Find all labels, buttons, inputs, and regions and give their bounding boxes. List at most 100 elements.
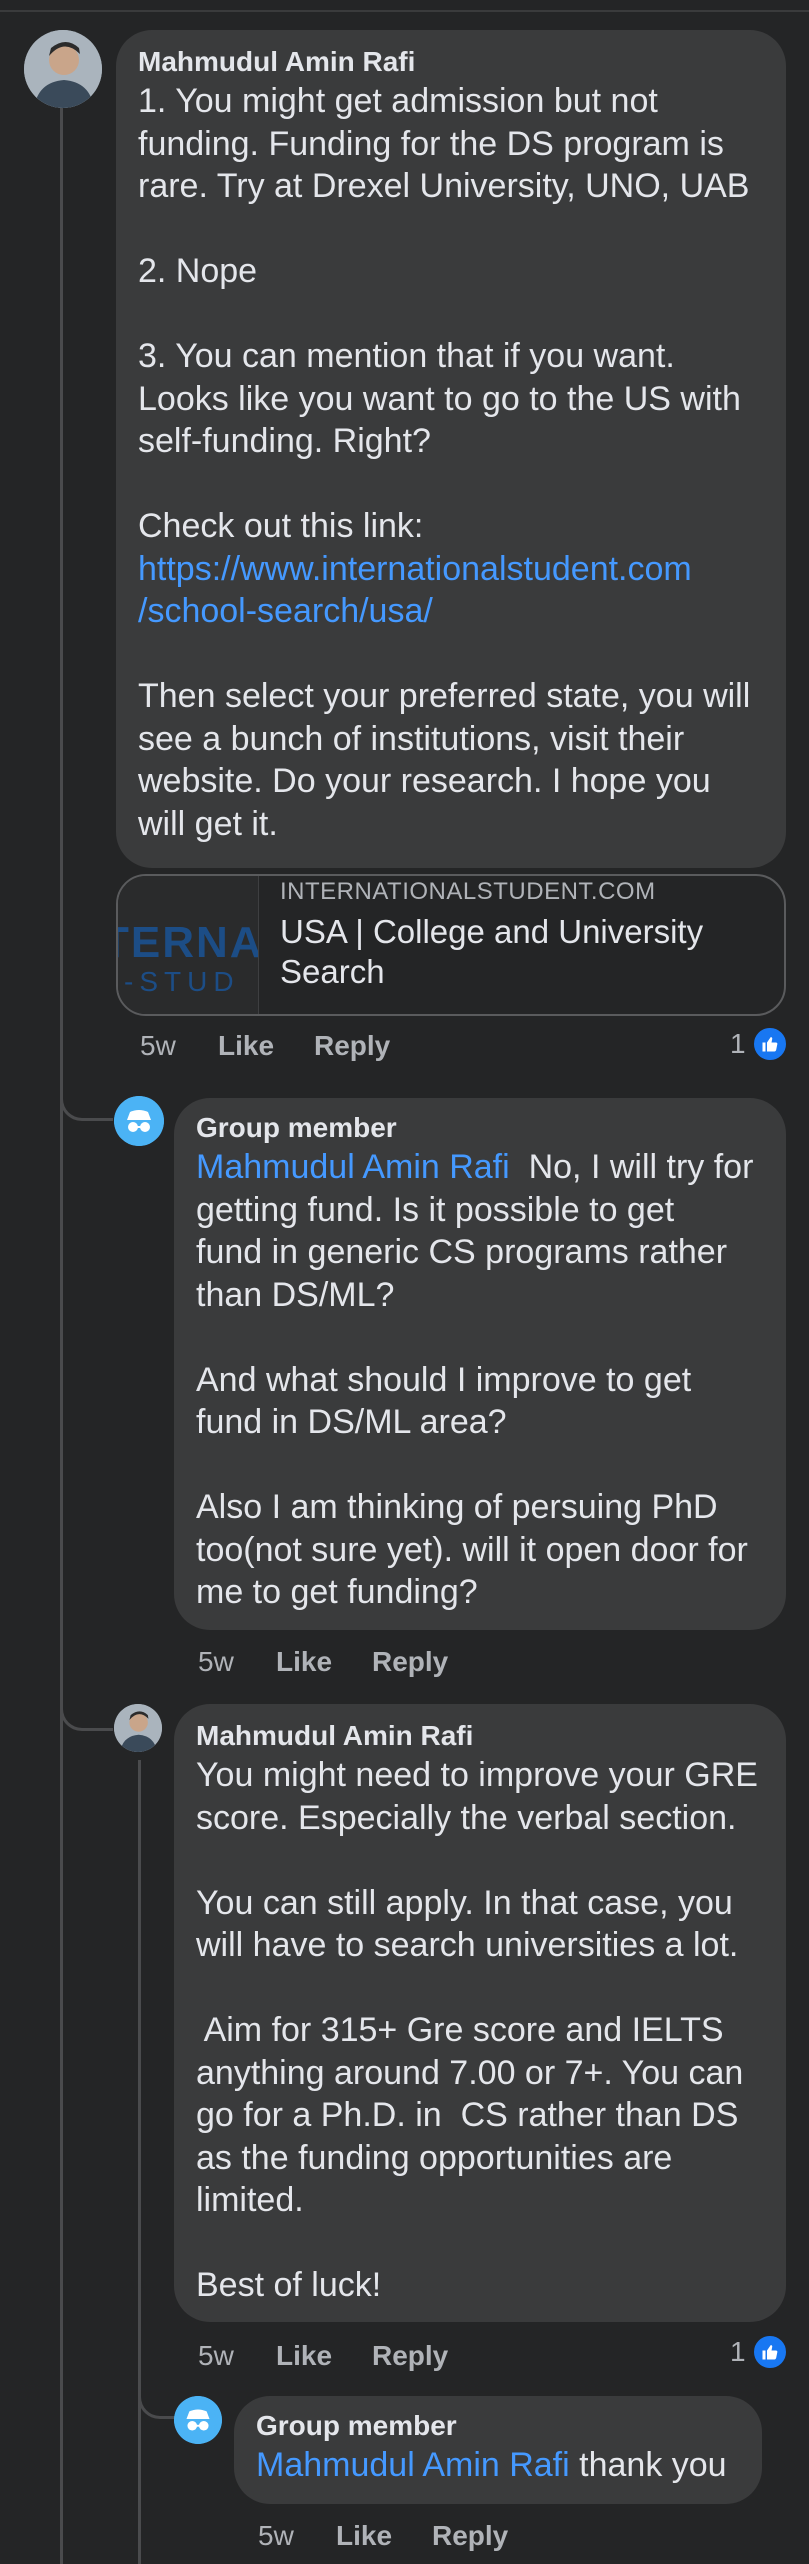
comment-timestamp[interactable]: 5w: [258, 2520, 294, 2552]
link-preview-title-line: Search: [280, 953, 385, 990]
text-line: You can still apply. In that case, you: [196, 1883, 733, 1922]
reaction-count: 1: [730, 2336, 746, 2367]
thread-branch-1: [60, 1118, 63, 1130]
text-fragment: No, I will try for: [528, 1148, 754, 1186]
like-button[interactable]: Like: [336, 2520, 392, 2552]
text-line: score. Especially the verbal section.: [196, 1798, 737, 1837]
comment-text: You might need to improve your GRE score…: [196, 1754, 764, 2307]
comment-author[interactable]: Mahmudul Amin Rafi: [196, 1718, 764, 1754]
text-line: Also I am thinking of persuing PhD: [196, 1488, 718, 1526]
text-gap: [196, 1444, 764, 1487]
reply-button[interactable]: Reply: [372, 2340, 448, 2372]
thumbs-up-icon: [751, 1026, 788, 1062]
reaction-summary[interactable]: 1: [730, 2334, 788, 2370]
text-line: as the funding opportunities are: [196, 2138, 673, 2177]
text-line: Check out this link:: [138, 507, 424, 545]
link-preview-card[interactable]: TERNA -STUD INTERNATIONALSTUDENT.COM USA…: [116, 874, 786, 1016]
comment-author: Group member: [256, 2410, 457, 2441]
text-line: Mahmudul Amin Rafi No, I will try for: [196, 1146, 764, 1189]
anonymous-member-icon: [174, 2396, 222, 2444]
comment-bubble: Mahmudul Amin Rafi You might need to imp…: [174, 1704, 786, 2322]
text-line: 2. Nope: [138, 252, 258, 290]
text-line: Aim for 315+ Gre score and IELTS: [196, 2011, 724, 2049]
text-line: will have to search universities a lot.: [196, 1926, 739, 1964]
text-line: fund in generic CS programs rather: [196, 1233, 728, 1271]
text-line: Then select your preferred state, you wi…: [138, 677, 751, 715]
profile-avatar-icon: [24, 30, 102, 108]
like-button[interactable]: Like: [276, 2340, 332, 2372]
text-gap: [138, 463, 764, 506]
comment-timestamp[interactable]: 5w: [198, 2340, 234, 2372]
like-button[interactable]: Like: [276, 1646, 332, 1678]
profile-avatar-icon: [114, 1704, 162, 1752]
like-button[interactable]: Like: [218, 1030, 274, 1062]
thumbnail-logo-text: TERNA: [118, 918, 259, 967]
text-line: Looks like you want to go to the US with: [138, 379, 741, 418]
comment-author: Group member: [196, 1112, 397, 1143]
comment-link[interactable]: /school-search/usa/: [138, 590, 764, 633]
text-line: too(not sure yet). will it open door for: [196, 1530, 748, 1569]
text-line: self-funding. Right?: [138, 422, 431, 460]
anonymous-member-icon: [114, 1096, 164, 1146]
comment-text: 1. You might get admission but not fundi…: [138, 80, 764, 845]
reply-button[interactable]: Reply: [314, 1030, 390, 1062]
reply-button[interactable]: Reply: [372, 1646, 448, 1678]
text-line: limited.: [196, 2181, 304, 2219]
text-line: funding. Funding for the DS program is: [138, 124, 724, 163]
link-preview-thumbnail: TERNA -STUD: [118, 876, 259, 1014]
comment-text: Mahmudul Amin Rafi thank you: [256, 2444, 740, 2487]
mention-link[interactable]: Mahmudul Amin Rafi: [256, 2446, 570, 2484]
mention-link[interactable]: Mahmudul Amin Rafi: [196, 1148, 510, 1186]
reaction-summary[interactable]: 1: [730, 1026, 788, 1062]
thumbs-up-icon: [751, 2334, 788, 2370]
comment-bubble: Group member Mahmudul Amin Rafi thank yo…: [234, 2396, 762, 2504]
top-divider: [0, 10, 809, 12]
text-line: Best of luck!: [196, 2266, 382, 2304]
comment-text: Mahmudul Amin Rafi No, I will try for ge…: [196, 1146, 764, 1614]
text-line: getting fund. Is it possible to get: [196, 1190, 675, 1229]
text-line: 1. You might get admission but not: [138, 82, 658, 120]
text-fragment: thank you: [579, 2446, 727, 2484]
text-gap: [138, 633, 764, 676]
comment-link[interactable]: https://www.internationalstudent.com: [138, 548, 764, 591]
text-line: Mahmudul Amin Rafi thank you: [256, 2444, 740, 2487]
text-line: website. Do your research. I hope you: [138, 762, 711, 800]
avatar[interactable]: [24, 30, 102, 108]
comment-author[interactable]: Mahmudul Amin Rafi: [138, 44, 764, 80]
text-line: You might need to improve your GRE: [196, 1756, 758, 1794]
text-line: anything around 7.00 or 7+. You can: [196, 2053, 744, 2092]
text-line: 3. You can mention that if you want.: [138, 337, 675, 375]
thread-line-main: [60, 108, 63, 2564]
text-gap: [196, 1839, 764, 1882]
text-gap: [138, 208, 764, 251]
text-gap: [196, 1316, 764, 1359]
comment-bubble: Mahmudul Amin Rafi 1. You might get admi…: [116, 30, 786, 868]
text-gap: [196, 2222, 764, 2265]
comment-timestamp[interactable]: 5w: [140, 1030, 176, 1062]
avatar[interactable]: [114, 1704, 162, 1752]
thread-curve-2: [60, 1706, 113, 1731]
thread-line-reply: [138, 2460, 141, 2564]
text-line: than DS/ML?: [196, 1275, 395, 1314]
reply-button[interactable]: Reply: [432, 2520, 508, 2552]
thread-curve-1: [60, 1096, 113, 1121]
thread-line-nested: [138, 1760, 141, 2564]
text-line: see a bunch of institutions, visit their: [138, 719, 685, 758]
text-line: me to get funding?: [196, 1573, 478, 1611]
thumbnail-logo-text: -STUD: [124, 966, 240, 997]
text-line: fund in DS/ML area?: [196, 1403, 507, 1441]
comment-bubble: Group member Mahmudul Amin Rafi No, I wi…: [174, 1098, 786, 1630]
avatar[interactable]: [114, 1096, 164, 1146]
reaction-count: 1: [730, 1028, 746, 1059]
text-line: go for a Ph.D. in CS rather than DS: [196, 2096, 739, 2134]
link-preview-title-line: USA | College and University: [280, 913, 704, 950]
avatar[interactable]: [174, 2396, 222, 2444]
text-gap: [196, 1967, 764, 2010]
text-gap: [138, 293, 764, 336]
link-preview-title: USA | College and University Search: [280, 912, 740, 992]
text-line: will get it.: [138, 804, 278, 843]
text-line: And what should I improve to get: [196, 1360, 692, 1399]
comment-timestamp[interactable]: 5w: [198, 1646, 234, 1678]
text-line: rare. Try at Drexel University, UNO, UAB: [138, 167, 750, 205]
link-preview-domain: INTERNATIONALSTUDENT.COM: [280, 878, 656, 905]
